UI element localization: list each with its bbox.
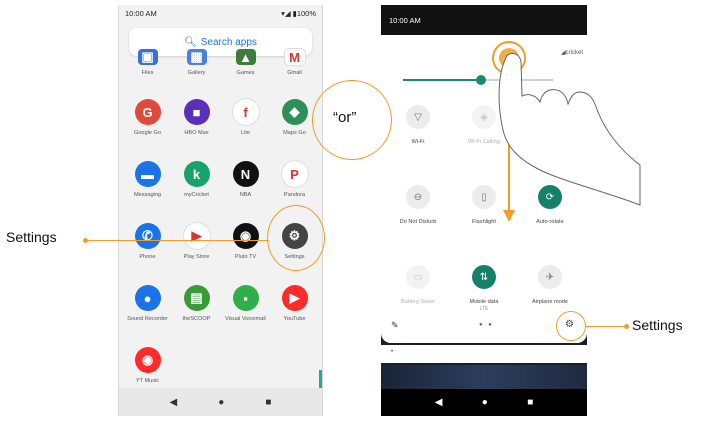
hand-pointer-icon <box>498 53 641 206</box>
swipe-down-arrow-head <box>503 210 515 222</box>
gesture-overlay <box>492 41 641 222</box>
screenshot-stage: 10:00 AM ▾◢ ▮100% 🔍︎ Search apps ▣ Files ▦… <box>0 0 708 421</box>
